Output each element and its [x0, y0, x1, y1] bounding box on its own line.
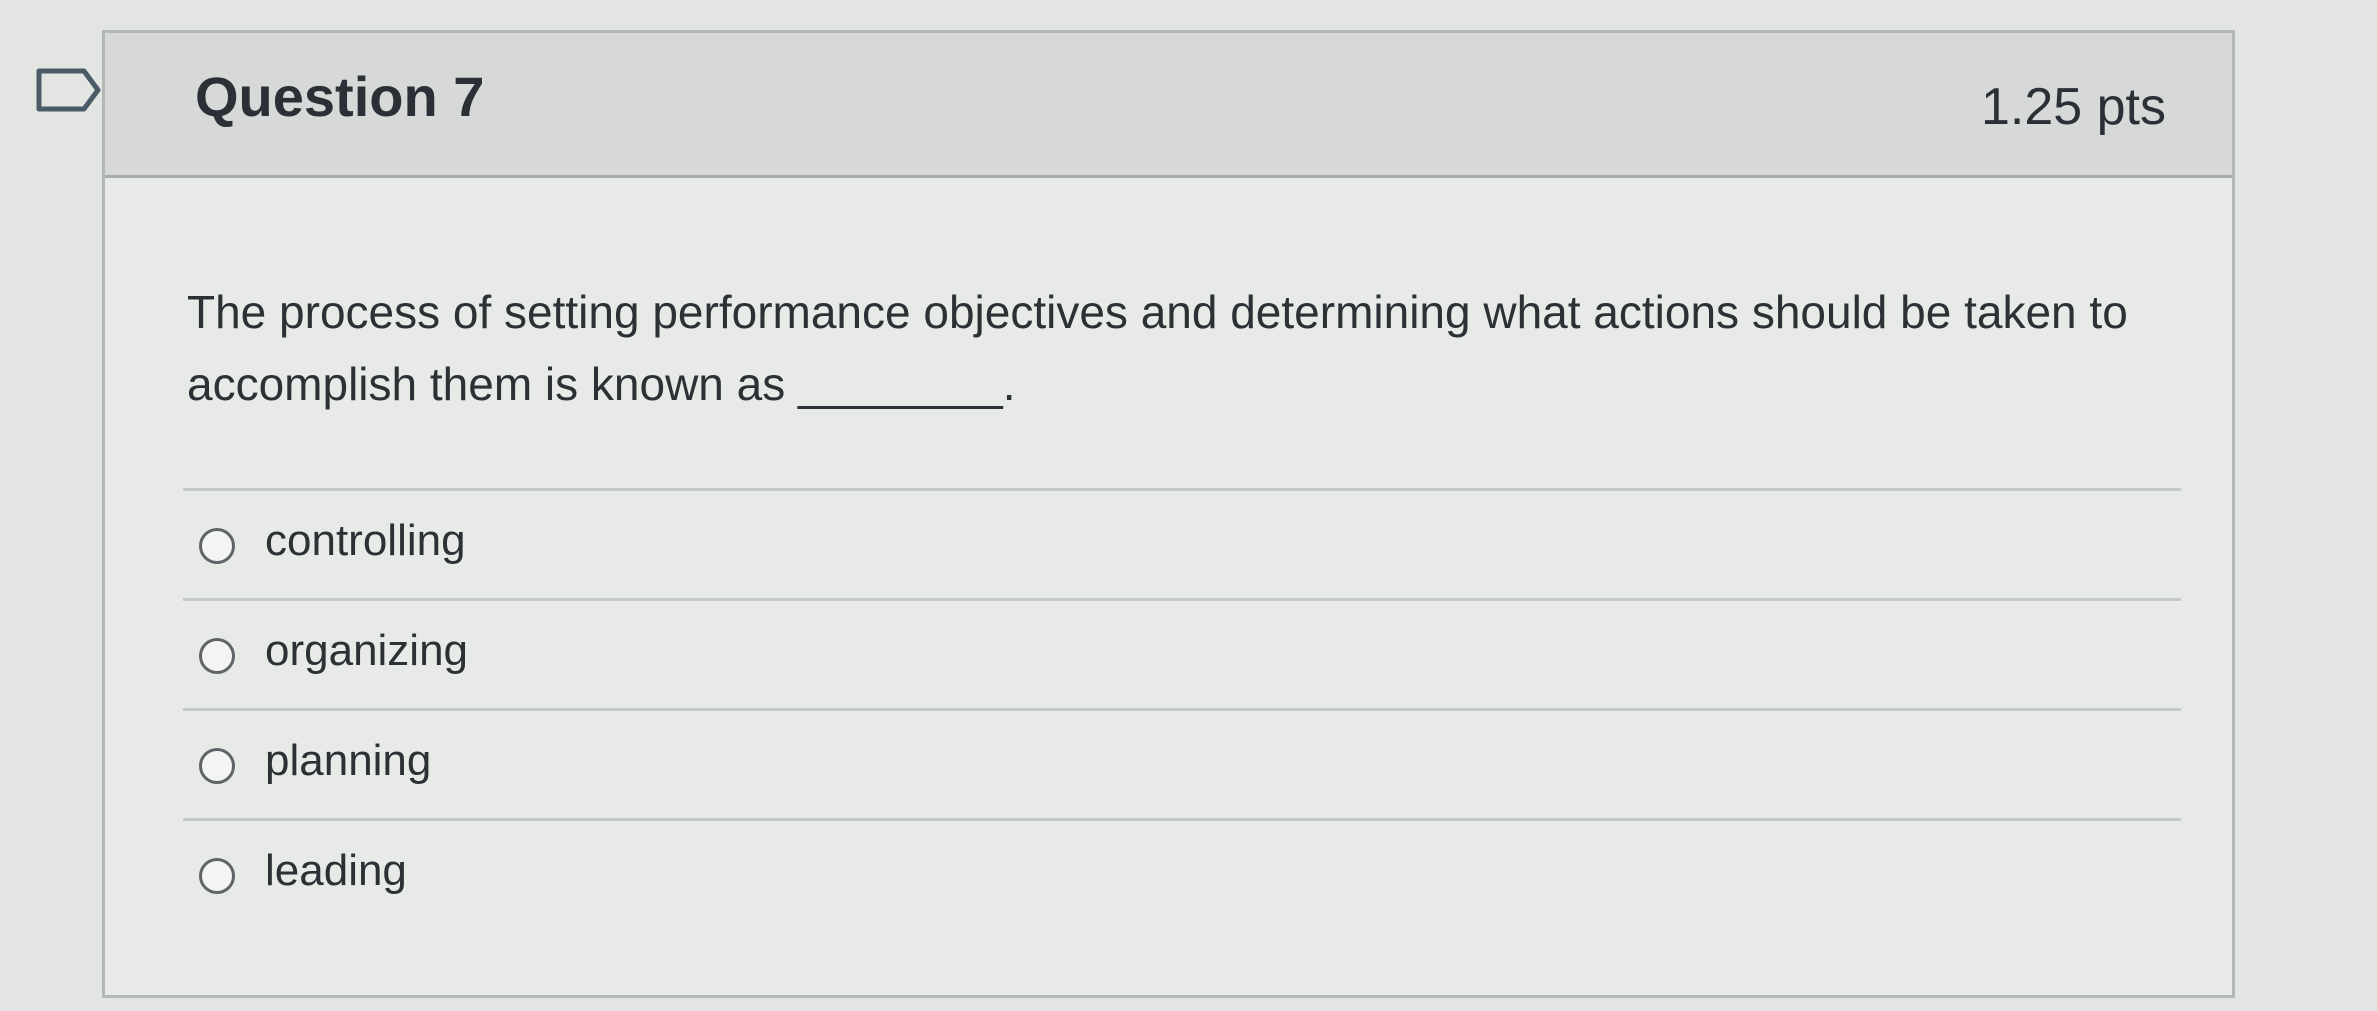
answer-label: planning — [265, 736, 432, 785]
radio-button-icon[interactable] — [199, 638, 235, 674]
question-points: 1.25 pts — [1980, 78, 2166, 136]
answer-option[interactable]: planning — [183, 708, 2181, 818]
radio-button-icon[interactable] — [199, 858, 235, 894]
answer-label: organizing — [265, 626, 469, 675]
radio-button-icon[interactable] — [199, 748, 235, 784]
answer-option[interactable]: leading — [183, 818, 2181, 928]
radio-button-icon[interactable] — [199, 528, 235, 564]
answer-option[interactable]: organizing — [183, 598, 2181, 708]
bookmark-icon[interactable] — [36, 68, 102, 112]
question-text: The process of setting performance objec… — [187, 286, 2128, 410]
question-title: Question 7 — [195, 65, 485, 128]
answer-label: leading — [265, 846, 407, 895]
answer-option[interactable]: controlling — [183, 488, 2181, 598]
question-header: Question 7 1.25 pts — [105, 33, 2232, 178]
answer-label: controlling — [265, 516, 466, 565]
answer-list: controlling organizing planning leading — [183, 488, 2181, 928]
question-card: Question 7 1.25 pts The process of setti… — [102, 30, 2235, 998]
